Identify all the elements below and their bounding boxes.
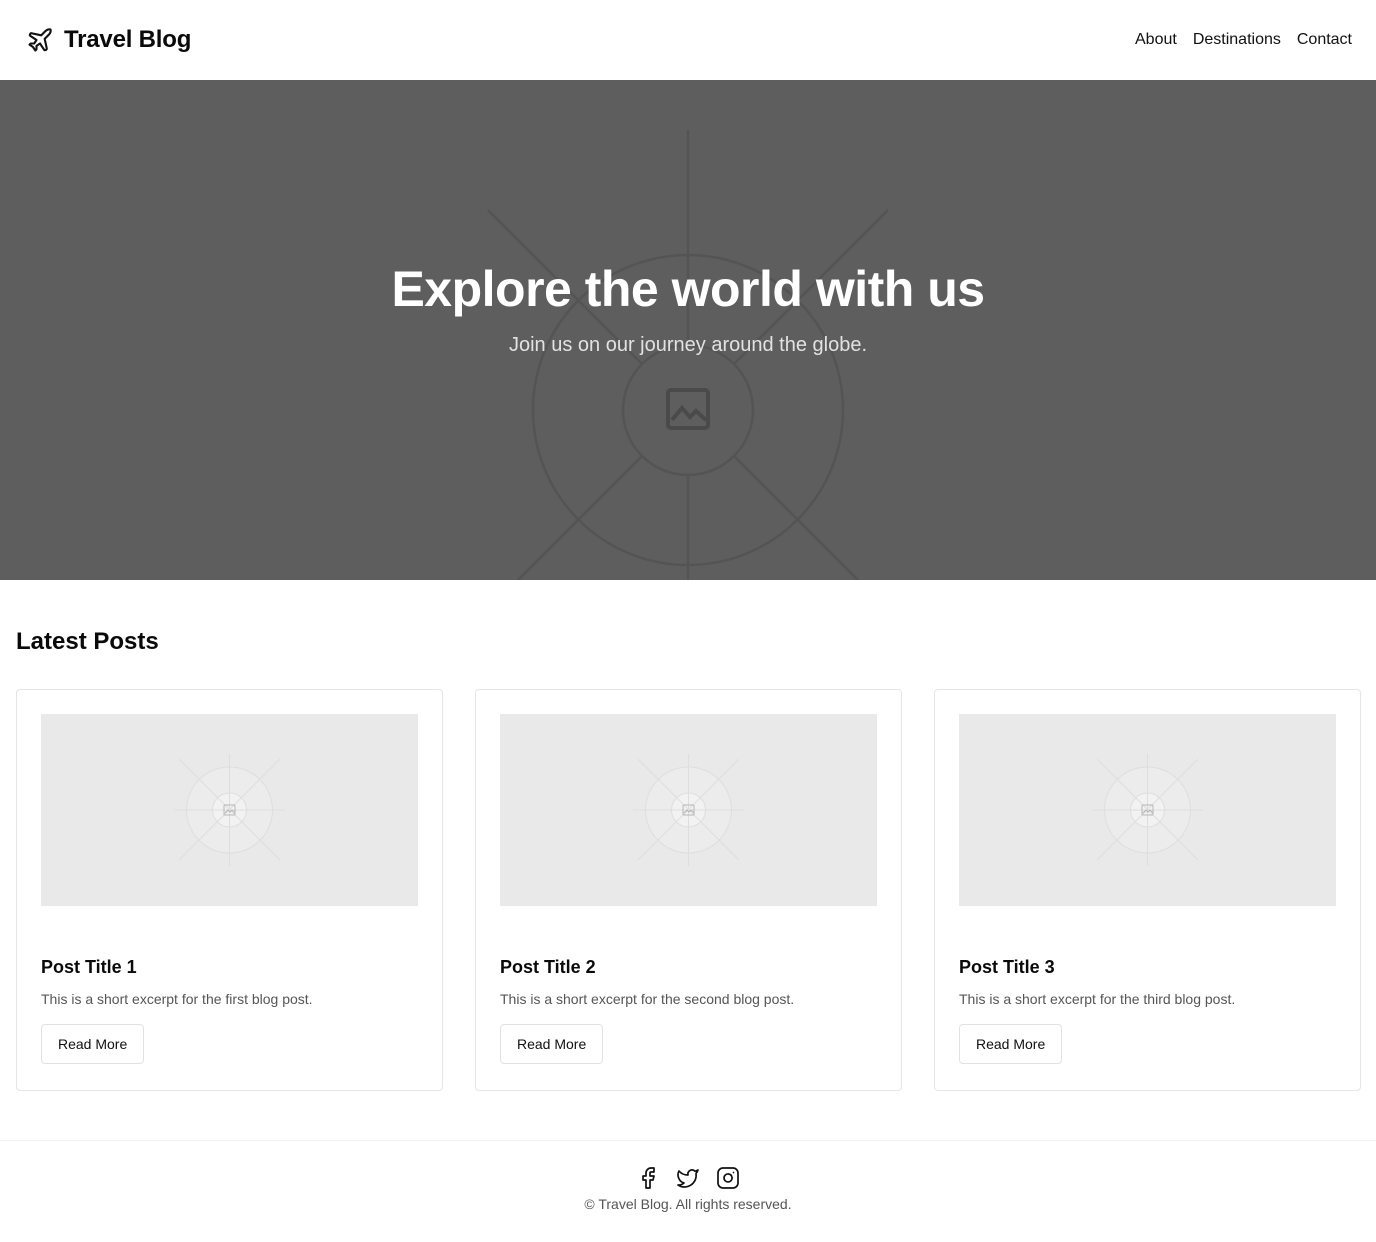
post-excerpt: This is a short excerpt for the second b… [500,991,795,1007]
post-image [959,714,1336,906]
post-image [41,714,418,906]
brand[interactable]: Travel Blog [26,26,191,54]
facebook-icon[interactable] [636,1166,660,1190]
post-title[interactable]: Post Title 2 [500,957,877,978]
site-title: Travel Blog [64,26,192,53]
site-header: Travel Blog About Destinations Contact [0,0,1376,80]
latest-posts-section: Latest Posts Post Title 1 This is a shor… [0,580,1376,1091]
main-nav: About Destinations Contact [1135,31,1352,49]
image-placeholder-icon [1092,754,1203,866]
section-title: Latest Posts [16,628,159,655]
image-placeholder-icon [487,130,889,580]
nav-about-link[interactable]: About [1135,31,1177,49]
hero-banner: Explore the world with us Join us on our… [0,80,1376,580]
post-card: Post Title 3 This is a short excerpt for… [934,689,1361,1091]
image-placeholder-icon [174,754,285,866]
nav-destinations-link[interactable]: Destinations [1193,31,1281,49]
post-excerpt: This is a short excerpt for the first bl… [41,991,313,1007]
hero-subtitle: Join us on our journey around the globe. [508,333,868,356]
read-more-button[interactable]: Read More [959,1024,1063,1064]
instagram-icon[interactable] [716,1166,740,1190]
read-more-button[interactable]: Read More [500,1024,604,1064]
post-card: Post Title 1 This is a short excerpt for… [16,689,443,1091]
social-links [636,1166,740,1190]
copyright-text: © Travel Blog. All rights reserved. [584,1196,792,1212]
twitter-icon[interactable] [676,1166,700,1190]
post-excerpt: This is a short excerpt for the third bl… [959,991,1236,1007]
nav-contact-link[interactable]: Contact [1297,31,1352,49]
airplane-icon [26,26,54,54]
read-more-button[interactable]: Read More [41,1024,145,1064]
post-title[interactable]: Post Title 3 [959,957,1336,978]
post-cards: Post Title 1 This is a short excerpt for… [16,689,1361,1091]
post-title[interactable]: Post Title 1 [41,957,418,978]
post-card: Post Title 2 This is a short excerpt for… [475,689,902,1091]
hero-title: Explore the world with us [391,260,985,317]
image-placeholder-icon [633,754,744,866]
post-image [500,714,877,906]
site-footer: © Travel Blog. All rights reserved. [0,1140,1376,1242]
